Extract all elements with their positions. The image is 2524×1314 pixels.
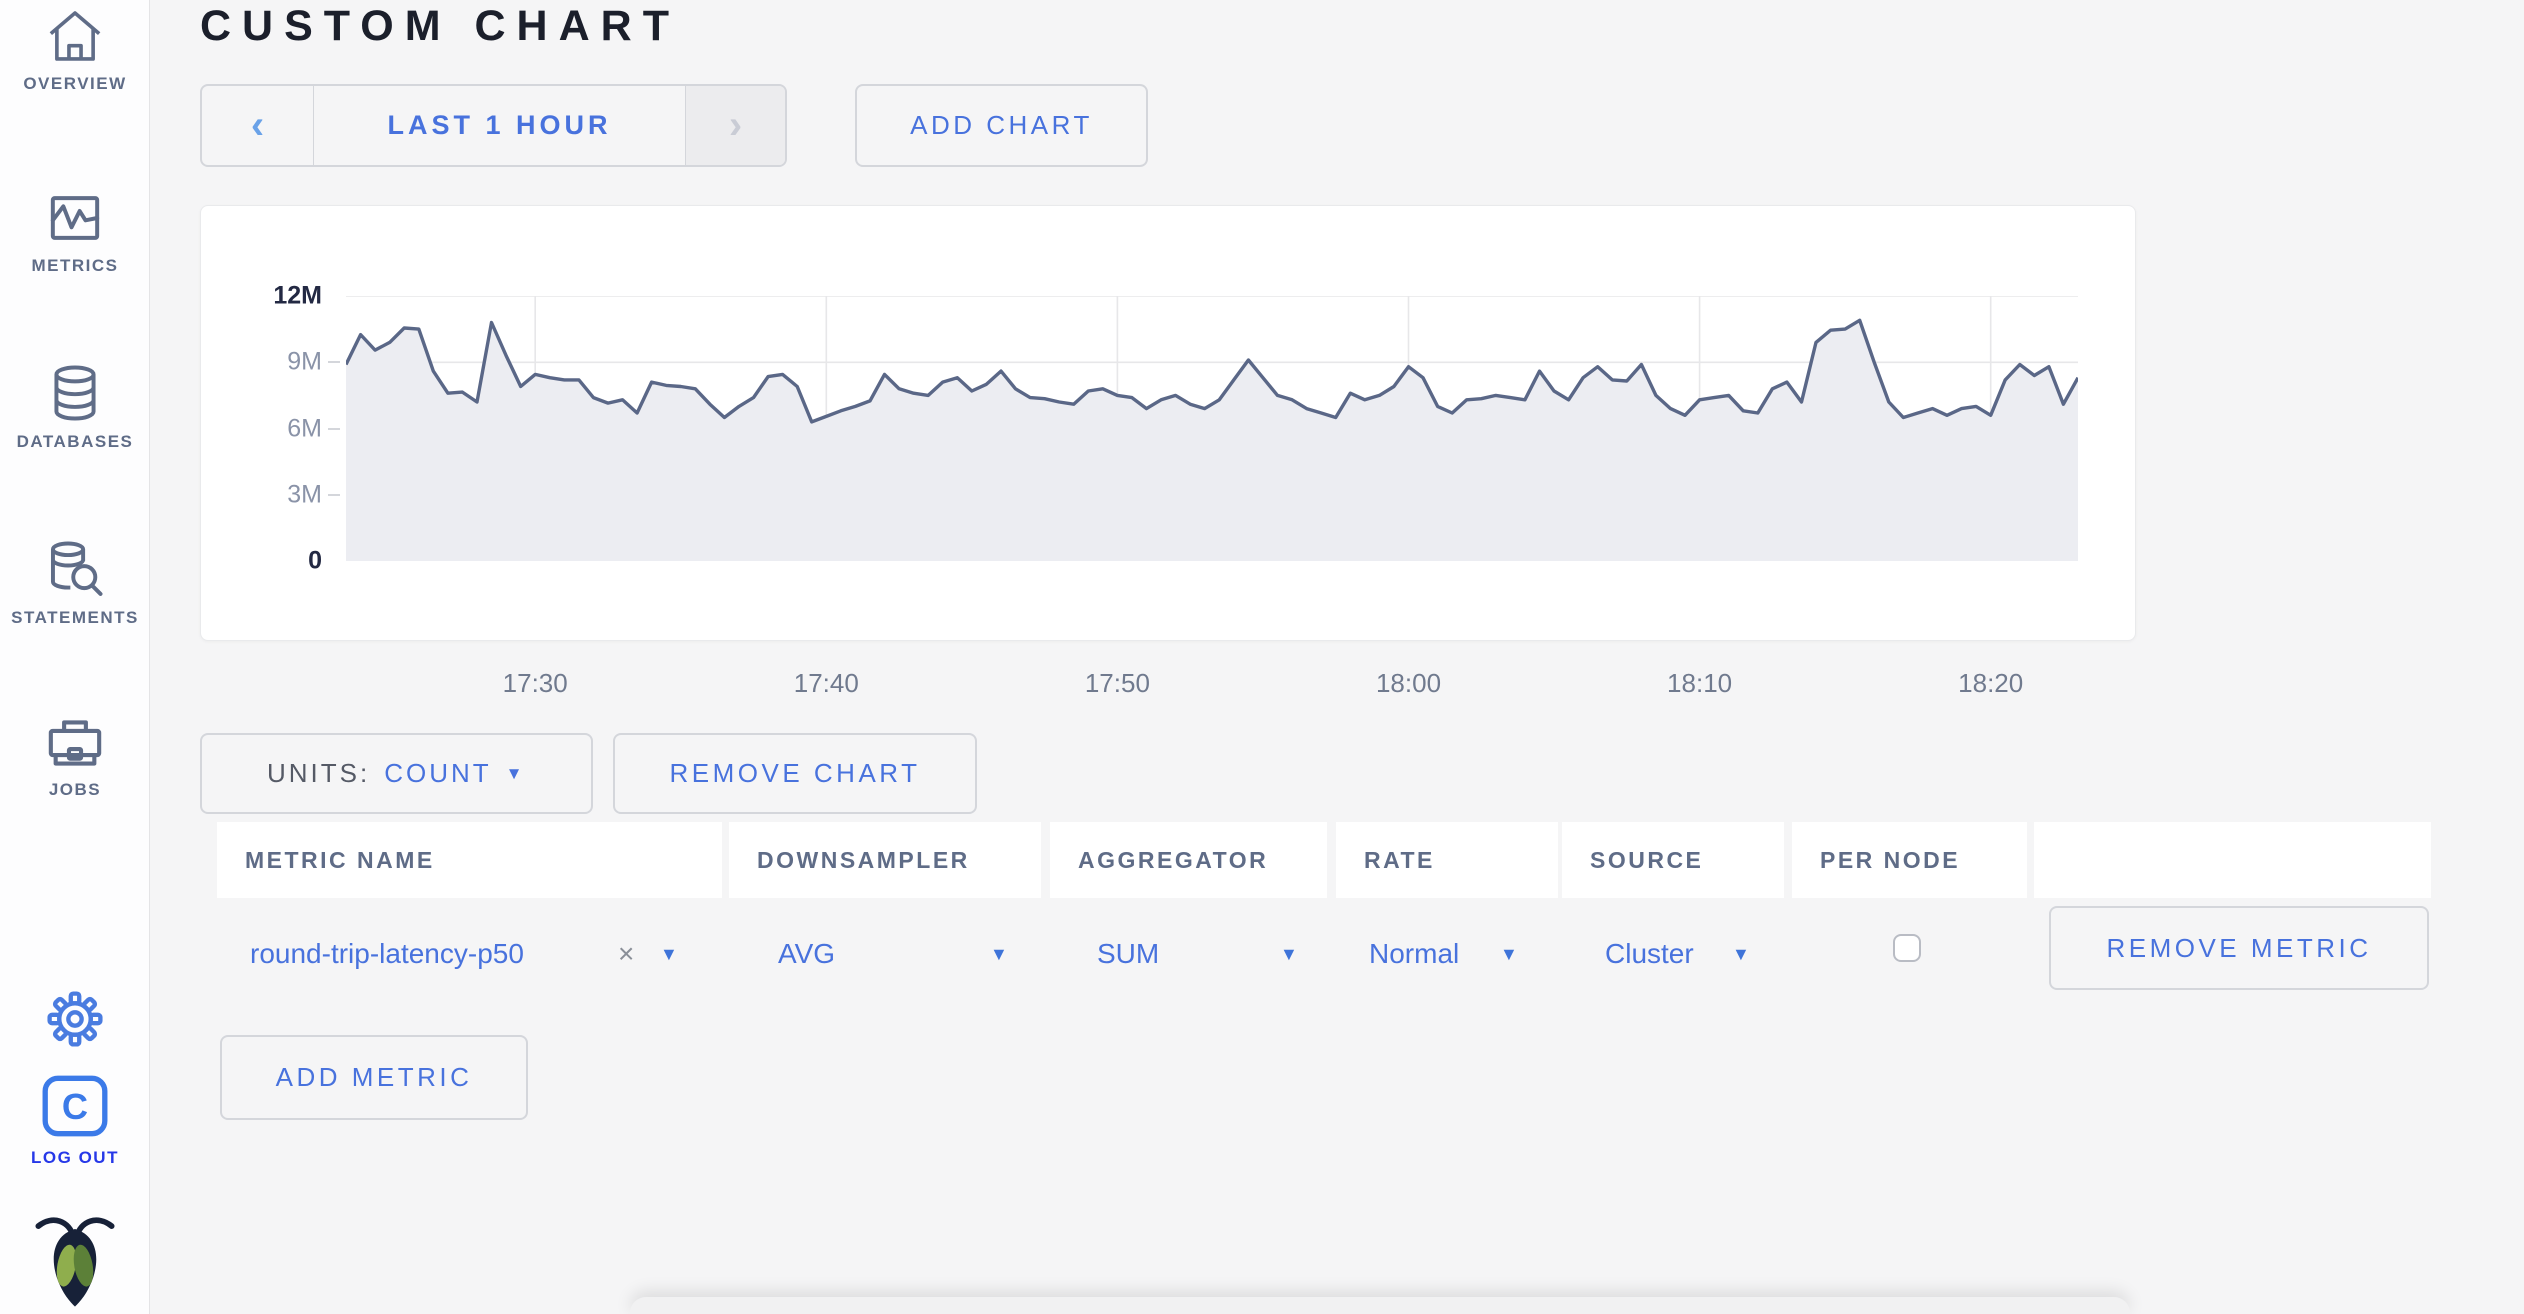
source-select[interactable]: Cluster	[1605, 898, 1694, 1010]
y-axis-tick-label: 9M	[287, 347, 322, 376]
page-title: CUSTOM CHART	[200, 2, 680, 50]
sidebar-item-databases[interactable]: DATABASES	[0, 364, 150, 452]
time-window-selector: ‹ LAST 1 HOUR ›	[200, 84, 787, 167]
column-header-rate: RATE	[1336, 822, 1558, 898]
home-icon	[0, 8, 150, 64]
gear-icon	[0, 990, 150, 1048]
rate-select[interactable]: Normal	[1369, 898, 1459, 1010]
aggregator-select[interactable]: SUM	[1097, 898, 1159, 1010]
y-axis-tick-mark	[328, 427, 340, 430]
svg-text:C: C	[62, 1086, 88, 1127]
metric-name-value: round-trip-latency-p50	[250, 938, 524, 969]
cockroach-bug-icon	[0, 1212, 150, 1308]
x-axis-tick-label: 18:00	[1375, 668, 1442, 698]
downsampler-chevron-down-icon[interactable]: ▼	[990, 898, 1008, 1010]
chart-card: 0 3M 6M 9M 12M 17:30 17:40 17:50 18:00 18:10 18:20	[200, 205, 2136, 698]
column-header-source: SOURCE	[1562, 822, 1784, 898]
sidebar-item-overview[interactable]: OVERVIEW	[0, 8, 150, 94]
column-header-aggregator: AGGREGATOR	[1050, 822, 1327, 898]
timeseries-chart[interactable]: 0 3M 6M 9M 12M 17:30 17:40 17:50 18:00 18:10 18:20	[273, 282, 2078, 698]
sidebar-item-label: JOBS	[48, 780, 102, 799]
sidebar-item-statements[interactable]: STATEMENTS	[0, 540, 150, 628]
series-area	[346, 320, 2078, 561]
y-axis-tick-label: 12M	[273, 281, 322, 310]
logout-label: LOG OUT	[31, 1148, 119, 1167]
downsampler-select[interactable]: AVG	[778, 898, 835, 1010]
metric-chevron-down-icon[interactable]: ▼	[660, 898, 678, 1010]
per-node-checkbox[interactable]	[1893, 934, 1921, 962]
chart-canvas	[346, 296, 2078, 561]
x-axis-tick-label: 17:50	[1084, 668, 1150, 698]
aggregator-chevron-down-icon[interactable]: ▼	[1280, 898, 1298, 1010]
units-label: UNITS:	[267, 758, 371, 788]
column-header-actions	[2034, 822, 2431, 898]
y-axis-tick-mark	[328, 493, 340, 496]
metrics-icon	[0, 190, 150, 246]
sidebar-item-label: METRICS	[31, 256, 119, 275]
time-next-button[interactable]: ›	[685, 86, 785, 165]
column-header-downsampler: DOWNSAMPLER	[729, 822, 1041, 898]
units-dropdown[interactable]: UNITS: COUNT ▼	[200, 733, 593, 814]
clear-metric-icon[interactable]: ×	[618, 898, 634, 1010]
time-window-label[interactable]: LAST 1 HOUR	[314, 86, 685, 165]
y-axis-tick-label: 6M	[287, 414, 322, 442]
units-value: COUNT	[384, 758, 492, 788]
remove-chart-button[interactable]: REMOVE CHART	[613, 733, 977, 814]
metric-row: round-trip-latency-p50 × ▼ AVG ▼ SUM ▼ N…	[0, 898, 2524, 1010]
column-header-per-node: PER NODE	[1792, 822, 2027, 898]
sidebar-item-label: STATEMENTS	[11, 608, 139, 627]
logout-button[interactable]: C LOG OUT	[0, 1074, 150, 1168]
logout-c-icon: C	[0, 1074, 150, 1138]
next-panel-edge	[630, 1297, 2130, 1314]
sidebar: OVERVIEW METRICS DATABASES STATEMENTS JO…	[0, 0, 150, 1314]
source-value: Cluster	[1605, 938, 1694, 969]
add-chart-button[interactable]: ADD CHART	[855, 84, 1148, 167]
chevron-right-icon: ›	[728, 103, 743, 147]
cockroach-logo	[0, 1212, 150, 1308]
x-axis-tick-label: 17:30	[502, 668, 568, 698]
column-header-metric-name: METRIC NAME	[217, 822, 722, 898]
database-icon	[0, 364, 150, 422]
sidebar-item-metrics[interactable]: METRICS	[0, 190, 150, 276]
add-metric-button[interactable]: ADD METRIC	[220, 1035, 528, 1120]
remove-metric-button[interactable]: REMOVE METRIC	[2049, 906, 2429, 990]
sidebar-item-label: OVERVIEW	[23, 74, 127, 93]
briefcase-icon	[0, 716, 150, 770]
x-axis-tick-label: 17:40	[793, 668, 859, 698]
y-axis-tick-label: 3M	[287, 480, 322, 509]
metric-name-select[interactable]: round-trip-latency-p50	[250, 898, 524, 1010]
downsampler-value: AVG	[778, 938, 836, 969]
y-axis-tick-mark	[328, 361, 340, 364]
sidebar-item-label: DATABASES	[16, 432, 134, 451]
time-prev-button[interactable]: ‹	[202, 86, 314, 165]
x-axis-tick-label: 18:10	[1667, 668, 1733, 698]
x-axis-tick-label: 18:20	[1958, 668, 2024, 698]
sidebar-item-jobs[interactable]: JOBS	[0, 716, 150, 800]
source-chevron-down-icon[interactable]: ▼	[1732, 898, 1750, 1010]
statements-icon	[0, 540, 150, 598]
aggregator-value: SUM	[1097, 938, 1160, 969]
rate-value: Normal	[1369, 938, 1460, 969]
chevron-down-icon: ▼	[505, 763, 526, 783]
settings-button[interactable]	[0, 990, 150, 1048]
rate-chevron-down-icon[interactable]: ▼	[1500, 898, 1518, 1010]
chevron-left-icon: ‹	[250, 103, 265, 147]
y-axis-tick-label: 0	[308, 546, 322, 575]
